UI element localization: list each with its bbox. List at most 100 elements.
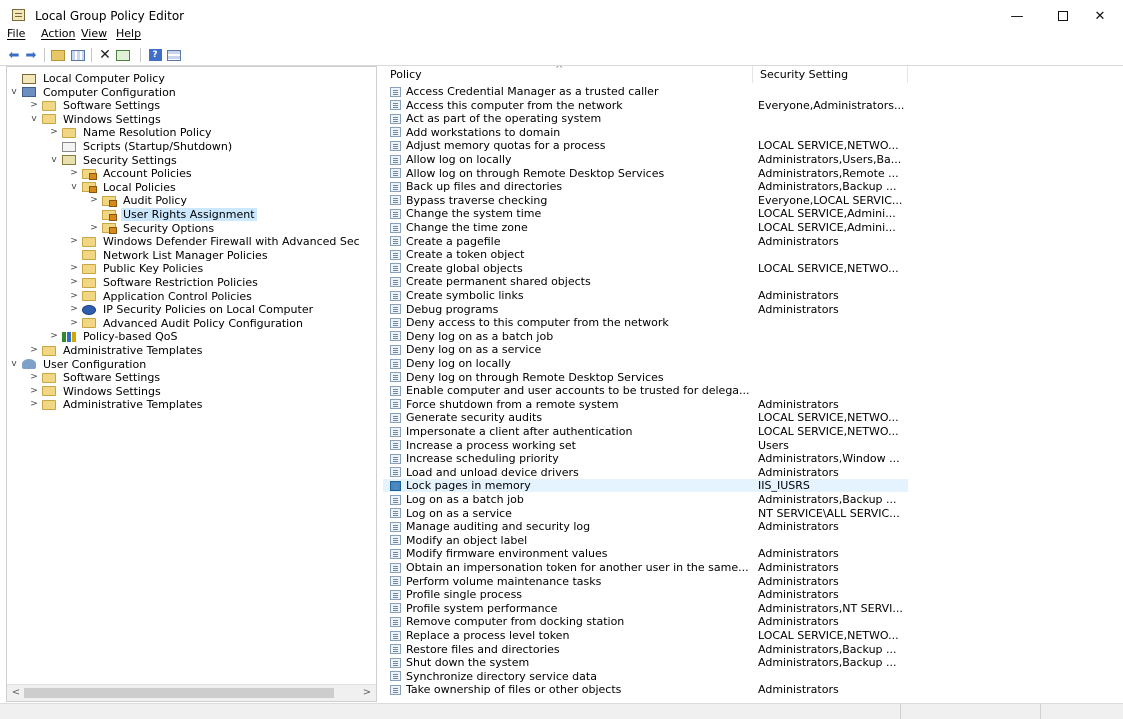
tree-item[interactable]: > Software Settings bbox=[29, 99, 162, 112]
policy-row[interactable]: Increase a process working set Users bbox=[383, 439, 908, 452]
tree-item[interactable]: > Public Key Policies bbox=[69, 262, 205, 275]
tree-item[interactable]: > Administrative Templates bbox=[29, 344, 205, 357]
policy-row[interactable]: Create a token object bbox=[383, 248, 908, 261]
policy-row[interactable]: Obtain an impersonation token for anothe… bbox=[383, 561, 908, 574]
tree-item[interactable]: > Software Settings bbox=[29, 371, 162, 384]
tree-item[interactable]: v User Configuration bbox=[9, 358, 148, 371]
tree-item[interactable]: > Account Policies bbox=[69, 167, 194, 180]
policy-row[interactable]: Back up files and directories Administrat… bbox=[383, 180, 908, 193]
policy-row[interactable]: Load and unload device drivers Administra… bbox=[383, 466, 908, 479]
policy-row[interactable]: Lock pages in memory IIS_IUSRS bbox=[383, 479, 908, 493]
policy-row[interactable]: Create global objects LOCAL SERVICE,NETWO… bbox=[383, 262, 908, 275]
properties-button[interactable] bbox=[166, 48, 182, 62]
chevron-down-icon[interactable]: v bbox=[49, 154, 59, 167]
policy-row[interactable]: Bypass traverse checking Everyone,LOCAL S… bbox=[383, 194, 908, 207]
tree-item[interactable]: > Windows Settings bbox=[29, 385, 163, 398]
policy-row[interactable]: Enable computer and user accounts to be … bbox=[383, 384, 908, 397]
policy-row[interactable]: Manage auditing and security log Administ… bbox=[383, 520, 908, 533]
chevron-right-icon[interactable]: > bbox=[49, 126, 59, 139]
menu-view[interactable]: View bbox=[81, 27, 107, 40]
chevron-right-icon[interactable]: > bbox=[89, 194, 99, 207]
policy-row[interactable]: Increase scheduling priority Administrato… bbox=[383, 452, 908, 465]
scroll-left-icon[interactable]: < bbox=[9, 687, 23, 699]
show-hide-console-tree-button[interactable] bbox=[70, 48, 86, 62]
export-list-button[interactable] bbox=[115, 48, 131, 62]
chevron-right-icon[interactable]: > bbox=[49, 330, 59, 343]
tree-item[interactable]: > IP Security Policies on Local Computer bbox=[69, 303, 315, 316]
policy-row[interactable]: Profile system performance Administrators… bbox=[383, 602, 908, 615]
policy-row[interactable]: Add workstations to domain bbox=[383, 126, 908, 139]
tree-item[interactable]: > Advanced Audit Policy Configuration bbox=[69, 317, 305, 330]
policy-row[interactable]: Modify an object label bbox=[383, 534, 908, 547]
policy-row[interactable]: Debug programs Administrators bbox=[383, 303, 908, 316]
tree-item[interactable]: > Policy-based QoS bbox=[49, 330, 180, 343]
policy-row[interactable]: Allow log on through Remote Desktop Serv… bbox=[383, 167, 908, 180]
menu-help[interactable]: Help bbox=[116, 27, 141, 40]
policy-row[interactable]: Create permanent shared objects bbox=[383, 275, 908, 288]
policy-row[interactable]: Access Credential Manager as a trusted c… bbox=[383, 85, 908, 98]
tree-item[interactable]: > Windows Defender Firewall with Advanced… bbox=[69, 235, 362, 248]
chevron-right-icon[interactable]: > bbox=[89, 222, 99, 235]
policy-row[interactable]: Shut down the system Administrators,Backu… bbox=[383, 656, 908, 669]
tree-item[interactable]: User Rights Assignment bbox=[89, 208, 257, 221]
horizontal-scrollbar[interactable]: < > bbox=[7, 684, 376, 701]
chevron-down-icon[interactable]: v bbox=[69, 181, 79, 194]
chevron-right-icon[interactable]: > bbox=[29, 344, 39, 357]
tree-item[interactable]: Local Computer Policy bbox=[9, 72, 167, 85]
chevron-right-icon[interactable]: > bbox=[29, 371, 39, 384]
policy-row[interactable]: Perform volume maintenance tasks Administ… bbox=[383, 575, 908, 588]
column-header-security-setting[interactable]: Security Setting bbox=[753, 66, 908, 83]
policy-row[interactable]: Create symbolic links Administrators bbox=[383, 289, 908, 302]
scroll-right-icon[interactable]: > bbox=[360, 687, 374, 699]
chevron-right-icon[interactable]: > bbox=[29, 385, 39, 398]
policy-row[interactable]: Log on as a batch job Administrators,Back… bbox=[383, 493, 908, 506]
chevron-right-icon[interactable]: > bbox=[29, 99, 39, 112]
policy-row[interactable]: Remove computer from docking station Admi… bbox=[383, 615, 908, 628]
delete-button[interactable]: ✕ bbox=[97, 47, 113, 63]
tree-item[interactable]: > Administrative Templates bbox=[29, 398, 205, 411]
policy-row[interactable]: Deny log on through Remote Desktop Servi… bbox=[383, 371, 908, 384]
tree-item[interactable]: v Local Policies bbox=[69, 181, 178, 194]
policy-row[interactable]: Profile single process Administrators bbox=[383, 588, 908, 601]
tree-item[interactable]: Network List Manager Policies bbox=[69, 249, 270, 262]
policy-row[interactable]: Modify firmware environment values Admini… bbox=[383, 547, 908, 560]
up-one-level-button[interactable] bbox=[50, 48, 66, 62]
policy-row[interactable]: Deny log on locally bbox=[383, 357, 908, 370]
chevron-right-icon[interactable]: > bbox=[69, 317, 79, 330]
policy-row[interactable]: Create a pagefile Administrators bbox=[383, 235, 908, 248]
policy-row[interactable]: Generate security audits LOCAL SERVICE,NE… bbox=[383, 411, 908, 424]
tree-item[interactable]: v Computer Configuration bbox=[9, 86, 178, 99]
policy-row[interactable]: Act as part of the operating system bbox=[383, 112, 908, 125]
menu-file[interactable]: File bbox=[7, 27, 25, 40]
tree-item[interactable]: > Security Options bbox=[89, 222, 216, 235]
chevron-right-icon[interactable]: > bbox=[69, 167, 79, 180]
policy-row[interactable]: Deny access to this computer from the ne… bbox=[383, 316, 908, 329]
policy-row[interactable]: Change the time zone LOCAL SERVICE,Admini… bbox=[383, 221, 908, 234]
policy-row[interactable]: Log on as a service NT SERVICE\ALL SERVIC… bbox=[383, 507, 908, 520]
back-button[interactable]: ⬅ bbox=[6, 48, 22, 63]
chevron-down-icon[interactable]: v bbox=[29, 113, 39, 126]
tree-item[interactable]: v Windows Settings bbox=[29, 113, 163, 126]
tree-item[interactable]: Scripts (Startup/Shutdown) bbox=[49, 140, 234, 153]
tree-item[interactable]: > Software Restriction Policies bbox=[69, 276, 260, 289]
policy-row[interactable]: Deny log on as a service bbox=[383, 343, 908, 356]
chevron-right-icon[interactable]: > bbox=[69, 262, 79, 275]
policy-row[interactable]: Change the system time LOCAL SERVICE,Admi… bbox=[383, 207, 908, 220]
chevron-down-icon[interactable]: v bbox=[9, 358, 19, 371]
policy-row[interactable]: Restore files and directories Administrat… bbox=[383, 643, 908, 656]
menu-action[interactable]: Action bbox=[41, 27, 75, 40]
policy-row[interactable]: Replace a process level token LOCAL SERVI… bbox=[383, 629, 908, 642]
tree-item[interactable]: > Name Resolution Policy bbox=[49, 126, 214, 139]
chevron-right-icon[interactable]: > bbox=[69, 290, 79, 303]
policy-row[interactable]: Allow log on locally Administrators,Users… bbox=[383, 153, 908, 166]
forward-button[interactable]: ➡ bbox=[23, 48, 39, 63]
tree-item[interactable]: > Audit Policy bbox=[89, 194, 189, 207]
chevron-right-icon[interactable]: > bbox=[69, 276, 79, 289]
tree-item[interactable]: > Application Control Policies bbox=[69, 290, 254, 303]
chevron-down-icon[interactable]: v bbox=[9, 86, 19, 99]
policy-row[interactable]: Deny log on as a batch job bbox=[383, 330, 908, 343]
column-header-policy[interactable]: Policy ^ bbox=[383, 66, 753, 83]
policy-row[interactable]: Synchronize directory service data bbox=[383, 670, 908, 683]
chevron-right-icon[interactable]: > bbox=[29, 398, 39, 411]
chevron-right-icon[interactable]: > bbox=[69, 303, 79, 316]
